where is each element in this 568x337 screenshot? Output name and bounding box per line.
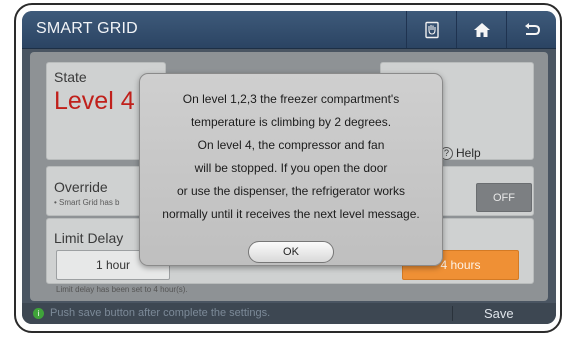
ok-button[interactable]: OK xyxy=(248,241,334,263)
bottom-bar: i Push save button after complete the se… xyxy=(22,303,556,324)
override-off-button[interactable]: OFF xyxy=(476,183,532,212)
screen: SMART GRID State Level 4 ? Help Override… xyxy=(22,11,556,324)
help-label: Help xyxy=(456,146,481,160)
info-dialog: On level 1,2,3 the freezer compartment's… xyxy=(139,73,443,266)
app-title: SMART GRID xyxy=(36,20,138,37)
home-button[interactable] xyxy=(456,11,507,48)
info-icon: i xyxy=(33,308,44,319)
limit-delay-label: Limit Delay xyxy=(54,230,124,246)
limit-delay-note: Limit delay has been set to 4 hour(s). xyxy=(56,285,188,294)
override-note: • Smart Grid has b xyxy=(54,198,120,207)
divider xyxy=(452,306,453,321)
fridge-hand-button[interactable] xyxy=(406,11,457,48)
fridge-hand-icon xyxy=(425,21,439,38)
dialog-line: On level 1,2,3 the freezer compartment's xyxy=(182,92,400,106)
dialog-message: On level 1,2,3 the freezer compartment's… xyxy=(144,88,438,226)
dialog-line: or use the dispenser, the refrigerator w… xyxy=(176,184,406,198)
dialog-line: On level 4, the compressor and fan xyxy=(197,138,385,152)
help-button[interactable]: ? Help xyxy=(440,146,481,160)
back-button[interactable] xyxy=(506,11,556,48)
dialog-line: will be stopped. If you open the door xyxy=(194,161,388,175)
back-icon xyxy=(525,22,541,35)
dialog-line: normally until it receives the next leve… xyxy=(162,207,420,221)
state-label: State xyxy=(54,69,87,85)
home-icon xyxy=(474,22,490,37)
bottom-hint: Push save button after complete the sett… xyxy=(50,307,271,319)
state-value: Level 4 xyxy=(54,87,135,115)
save-button[interactable]: Save xyxy=(484,306,514,321)
override-label: Override xyxy=(54,179,108,195)
dialog-line: temperature is climbing by 2 degrees. xyxy=(190,115,392,129)
header-bar: SMART GRID xyxy=(22,11,556,49)
